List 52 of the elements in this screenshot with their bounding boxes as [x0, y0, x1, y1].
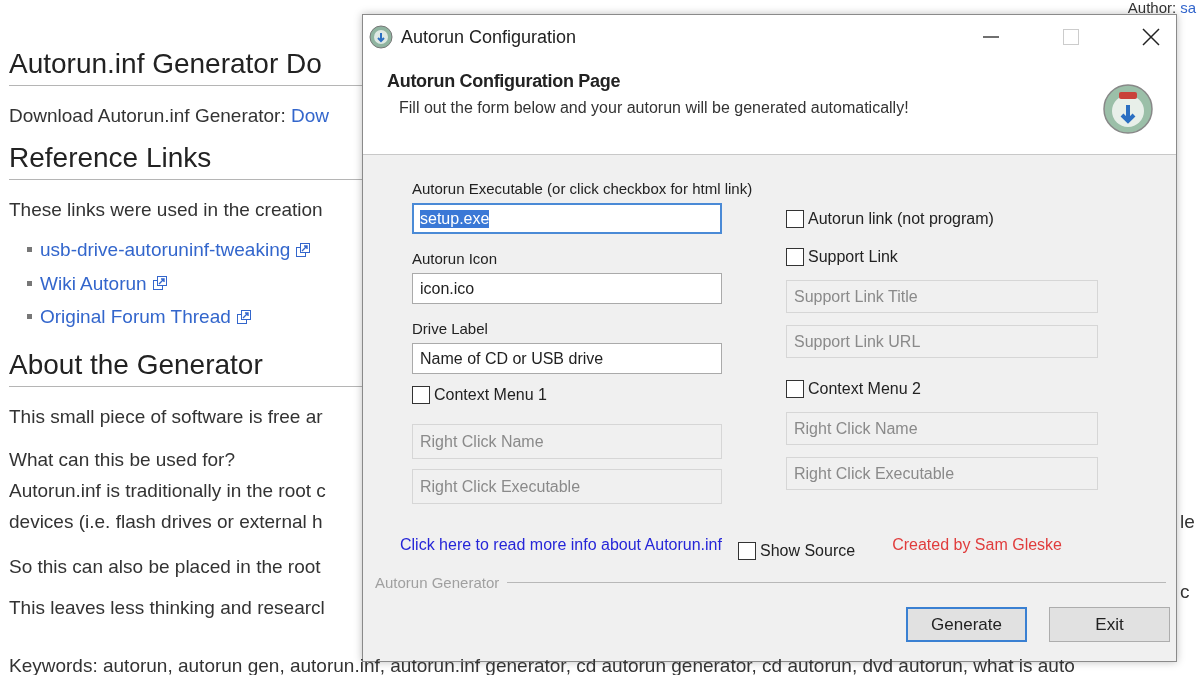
section-heading: Reference Links [9, 141, 362, 180]
external-link-icon [151, 275, 168, 292]
text-field[interactable]: setup.exe [412, 203, 722, 234]
paragraph-text: Download Autorun.inf Generator: [9, 105, 286, 126]
close-icon[interactable] [1142, 28, 1160, 46]
text-field[interactable]: icon.ico [412, 273, 722, 304]
checkbox-label: Context Menu 2 [808, 380, 921, 398]
reference-link[interactable]: usb-drive-autoruninf-tweaking [40, 233, 291, 267]
paragraph-text: These links were used in the creation [9, 198, 324, 221]
field-label: Autorun Executable (or click checkbox for html link) [412, 180, 753, 198]
paragraph-text: So this can also be placed in the root [9, 554, 322, 578]
download-link[interactable]: Dow [291, 105, 330, 126]
group-label: Autorun Generator [375, 574, 500, 591]
paragraph-text: This small piece of software is free ar [9, 404, 324, 428]
dialog-button[interactable]: Exit [1049, 607, 1170, 642]
bullet-icon [27, 280, 32, 286]
checkbox[interactable] [412, 386, 430, 404]
external-link-icon [295, 241, 312, 258]
page-title: Autorun Configuration Page [387, 71, 622, 92]
checkbox[interactable] [786, 380, 804, 398]
paragraph-text: This leaves less thinking and researcl [9, 595, 326, 619]
checkbox-label: Context Menu 1 [434, 386, 547, 404]
checkbox-label: Show Source [759, 542, 856, 560]
paragraph-text: le [1180, 511, 1195, 533]
globe-icon [369, 25, 393, 49]
credit-text: Created by Sam Gleske [892, 536, 1062, 554]
info-link[interactable]: Click here to read more info about Autorun.inf [400, 536, 722, 554]
paragraph-text: devices (i.e. flash drives or external h [9, 509, 324, 534]
globe-icon [1102, 83, 1154, 135]
reference-link[interactable]: Original Forum Thread [40, 300, 231, 334]
text-field[interactable]: Name of CD or USB drive [412, 343, 722, 374]
bullet-icon [27, 314, 32, 320]
section-heading: About the Generator [9, 347, 362, 387]
checkbox-label: Autorun link (not program) [808, 210, 994, 228]
section-heading: Autorun.inf Generator Do [9, 47, 362, 86]
page-description: Fill out the form below and your autorun will be generated automatically! [399, 99, 910, 117]
checkbox[interactable] [786, 248, 804, 266]
field-label: Autorun Icon [412, 250, 498, 268]
bullet-icon [27, 247, 32, 253]
checkbox[interactable] [737, 542, 756, 560]
author-label: Author: [1127, 2, 1177, 14]
field-label: Drive Label [412, 320, 488, 338]
checkbox[interactable] [786, 210, 804, 228]
reference-link[interactable]: Wiki Autorun [40, 266, 147, 300]
author-link[interactable]: sa [1180, 2, 1196, 14]
paragraph-text: What can this be used for? [9, 447, 236, 472]
paragraph-text: c [1180, 581, 1190, 603]
external-link-icon [235, 308, 252, 325]
paragraph-text: Autorun.inf is traditionally in the root c [9, 478, 327, 503]
window-title: Autorun Configuration [401, 26, 577, 48]
dialog-button[interactable]: Generate [906, 607, 1027, 642]
checkbox-label: Support Link [808, 248, 898, 266]
